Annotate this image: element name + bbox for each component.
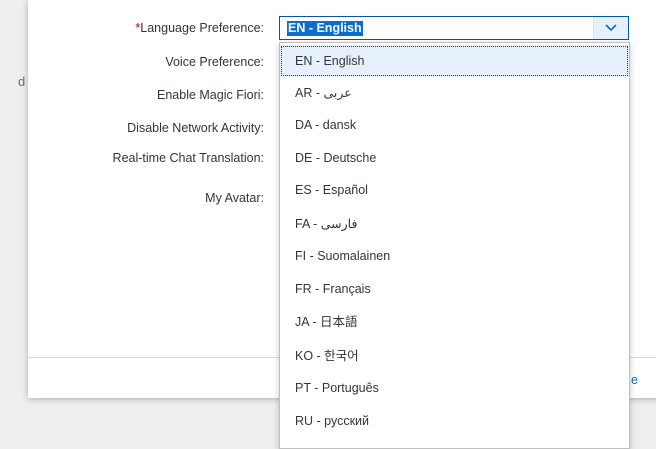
language-option-fi[interactable]: FI - Suomalainen [280,240,629,272]
disable-network-activity-label: Disable Network Activity: [127,121,264,135]
language-option-ru[interactable]: RU - русский [280,405,629,437]
footer-button-text[interactable]: e [631,373,638,387]
language-select-toggle[interactable] [593,17,628,39]
language-option-da[interactable]: DA - dansk [280,109,629,141]
language-preference-label: *Language Preference: [24,21,264,35]
language-option-ko[interactable]: KO - 한국어 [280,340,629,372]
language-option-de[interactable]: DE - Deutsche [280,142,629,174]
language-select-value[interactable]: EN - English [287,21,363,36]
language-option-fa[interactable]: FA - فارسی [280,208,629,240]
language-dropdown-list: EN - English AR - عربى DA - dansk DE - D… [279,42,630,449]
enable-magic-fiori-label: Enable Magic Fiori: [157,88,264,102]
chat-translation-label: Real-time Chat Translation: [112,151,264,165]
language-option-ar[interactable]: AR - عربى [280,77,629,109]
clipped-background-glyph: d [18,74,25,89]
language-option-en[interactable]: EN - English [280,45,629,77]
language-option-fr[interactable]: FR - Français [280,273,629,305]
language-select[interactable]: EN - English [279,16,629,40]
language-option-es[interactable]: ES - Español [280,174,629,206]
language-option-ja[interactable]: JA - 日本語 [280,306,629,338]
my-avatar-label: My Avatar: [205,191,264,205]
voice-preference-label: Voice Preference: [165,55,264,69]
language-option-pt[interactable]: PT - Português [280,372,629,404]
language-preference-label-text: Language Preference: [140,21,264,35]
chevron-down-icon [605,24,617,32]
